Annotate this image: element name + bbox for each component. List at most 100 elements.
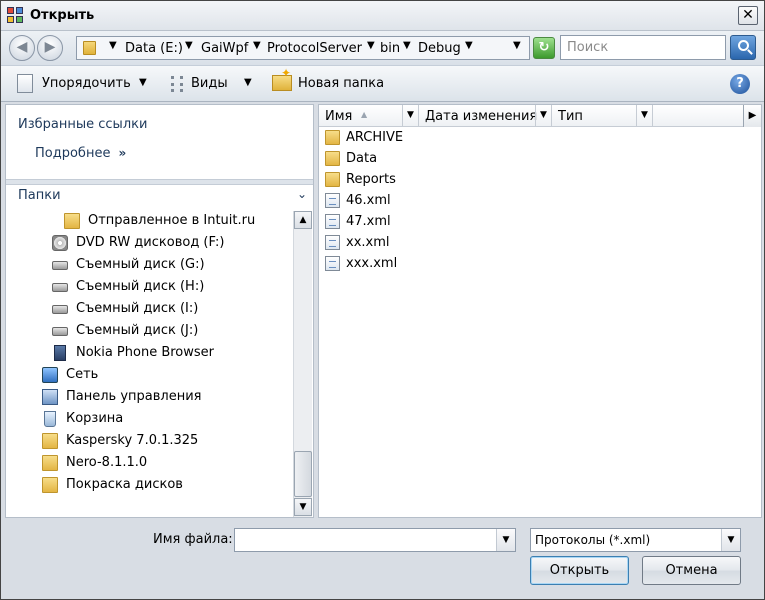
column-label: Тип <box>558 109 583 124</box>
toolbar: Упорядочить ▼ Виды ▼ Новая папка ? <box>1 65 764 102</box>
chevron-right-icon[interactable]: ▼ <box>253 40 261 51</box>
tree-item-label: DVD RW дисковод (F:) <box>76 235 225 250</box>
column-header-name[interactable]: Имя ▲ ▼ <box>319 105 419 127</box>
navigation-pane: Избранные ссылки Подробнее » Папки ⌄ Отпр… <box>5 104 314 518</box>
close-button[interactable]: ✕ <box>738 6 758 25</box>
tree-item-label: Съемный диск (H:) <box>76 279 205 294</box>
network-icon <box>42 367 58 383</box>
file-list-pane: Имя ▲ ▼ Дата изменения ▼ Тип ▼ ▶ ARCHIVE… <box>318 104 762 518</box>
tree-item-label: Съемный диск (J:) <box>76 323 199 338</box>
recycle-bin-icon <box>44 411 56 427</box>
column-filter-dropdown[interactable]: ▼ <box>535 105 551 126</box>
xml-file-icon <box>325 214 340 229</box>
organize-icon <box>17 74 33 93</box>
chevron-right-icon[interactable]: ▼ <box>465 40 473 51</box>
cancel-button[interactable]: Отмена <box>642 556 741 585</box>
dvd-drive-icon <box>52 235 68 251</box>
removable-drive-icon <box>52 305 68 314</box>
address-bar[interactable]: ▼ Data (E:) ▼ GaiWpf ▼ ProtocolServer ▼ … <box>76 36 530 60</box>
xml-file-icon <box>325 193 340 208</box>
forward-arrow-icon: ▶ <box>44 39 56 55</box>
column-header-date[interactable]: Дата изменения ▼ <box>419 105 552 127</box>
folder-icon <box>325 151 340 166</box>
column-header-type[interactable]: Тип ▼ <box>552 105 653 127</box>
forward-button[interactable]: ▶ <box>37 35 63 61</box>
chevron-right-icon[interactable]: ▼ <box>109 40 117 51</box>
file-name: xx.xml <box>346 235 390 250</box>
scroll-up-button[interactable]: ▲ <box>294 211 312 229</box>
organize-dropdown-icon[interactable]: ▼ <box>139 77 147 88</box>
column-filter-dropdown[interactable]: ▼ <box>636 105 652 126</box>
file-name: xxx.xml <box>346 256 398 271</box>
breadcrumb-segment[interactable]: Debug <box>418 41 461 56</box>
file-type-filter-value: Протоколы (*.xml) <box>535 533 651 547</box>
tree-item-label: Съемный диск (I:) <box>76 301 199 316</box>
phone-icon <box>54 345 66 361</box>
filename-field[interactable]: ▼ <box>234 528 516 552</box>
folder-icon <box>83 41 96 55</box>
folder-icon <box>325 172 340 187</box>
file-name: 46.xml <box>346 193 391 208</box>
tree-item-label: Покраска дисков <box>66 477 183 492</box>
breadcrumb-segment[interactable]: GaiWpf <box>201 41 248 56</box>
file-type-dropdown-button[interactable]: ▼ <box>721 529 740 551</box>
help-icon[interactable]: ? <box>730 74 750 94</box>
address-row: ◀ ▶ ▼ Data (E:) ▼ GaiWpf ▼ ProtocolServe… <box>1 31 764 65</box>
tree-item-label: Kaspersky 7.0.1.325 <box>66 433 199 448</box>
breadcrumb-segment[interactable]: Data (E:) <box>125 41 183 56</box>
file-type-filter[interactable]: Протоколы (*.xml) ▼ <box>530 528 741 552</box>
folder-icon <box>42 477 58 493</box>
back-button[interactable]: ◀ <box>9 35 35 61</box>
breadcrumb-segment[interactable]: ProtocolServer <box>267 41 362 56</box>
file-name: Data <box>346 151 378 166</box>
window-title: Открыть <box>30 8 95 23</box>
removable-drive-icon <box>52 327 68 336</box>
column-label: Дата изменения <box>425 109 538 124</box>
title-bar: Открыть ✕ <box>1 1 764 31</box>
search-placeholder: Поиск <box>567 40 609 55</box>
scroll-down-button[interactable]: ▼ <box>294 498 312 516</box>
organize-button[interactable]: Упорядочить <box>42 76 131 91</box>
folders-title[interactable]: Папки <box>18 188 61 203</box>
chevron-right-icon[interactable]: ▼ <box>185 40 193 51</box>
column-filter-dropdown[interactable]: ▼ <box>402 105 418 126</box>
chevron-right-icon[interactable]: ▼ <box>403 40 411 51</box>
filename-input[interactable] <box>238 531 493 549</box>
breadcrumb-segment[interactable]: bin <box>380 41 400 56</box>
pane-splitter[interactable] <box>6 179 313 185</box>
double-chevron-icon: » <box>118 146 127 160</box>
tree-item-label: Съемный диск (G:) <box>76 257 205 272</box>
open-button[interactable]: Открыть <box>530 556 629 585</box>
xml-file-icon <box>325 256 340 271</box>
column-label: Имя <box>325 109 353 124</box>
tree-item-label: Панель управления <box>66 389 202 404</box>
vertical-scrollbar[interactable]: ▲ ▼ <box>293 211 312 517</box>
chevron-down-icon[interactable]: ⌄ <box>297 187 307 201</box>
tree-item-label: Nokia Phone Browser <box>76 345 214 360</box>
scroll-thumb[interactable] <box>294 451 312 497</box>
search-button[interactable] <box>730 35 756 60</box>
app-icon <box>7 7 25 25</box>
sort-ascending-icon: ▲ <box>361 110 368 119</box>
tree-item-label: Сеть <box>66 367 99 382</box>
refresh-button[interactable]: ↻ <box>533 37 555 59</box>
views-button[interactable]: Виды <box>191 76 228 91</box>
folder-icon <box>64 213 80 229</box>
chevron-right-icon[interactable]: ▼ <box>367 40 375 51</box>
new-folder-button[interactable]: Новая папка <box>298 76 384 91</box>
scroll-columns-right-button[interactable]: ▶ <box>743 105 761 127</box>
tree-item-label: Корзина <box>66 411 124 426</box>
folder-icon <box>325 130 340 145</box>
removable-drive-icon <box>52 283 68 292</box>
removable-drive-icon <box>52 261 68 270</box>
address-history-dropdown[interactable]: ▼ <box>513 40 521 51</box>
close-icon: ✕ <box>742 7 754 23</box>
folder-icon <box>42 433 58 449</box>
more-details-link[interactable]: Подробнее » <box>35 146 126 161</box>
back-arrow-icon: ◀ <box>16 39 28 55</box>
favorite-links-title: Избранные ссылки <box>18 117 148 132</box>
filename-history-dropdown[interactable]: ▼ <box>496 529 515 551</box>
open-file-dialog: Открыть ✕ ◀ ▶ ▼ Data (E:) ▼ GaiWpf ▼ Pro… <box>0 0 765 600</box>
search-input[interactable]: Поиск <box>560 35 726 60</box>
views-dropdown-icon[interactable]: ▼ <box>244 77 252 88</box>
